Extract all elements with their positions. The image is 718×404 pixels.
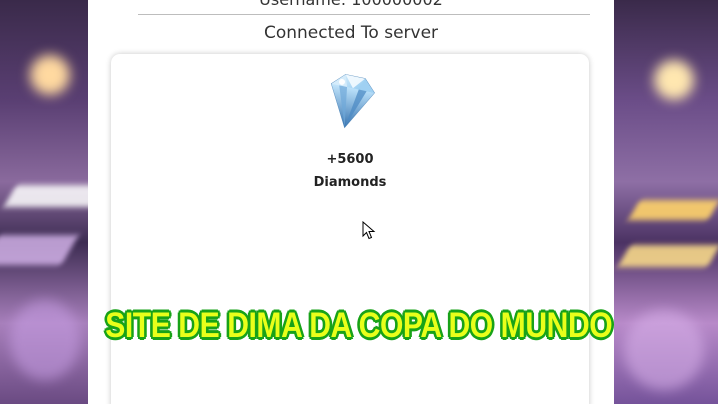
diamond-icon <box>330 74 375 129</box>
overlay-caption: SITE DE DIMA DA COPA DO MUNDO <box>105 306 613 345</box>
light-glow <box>654 60 694 100</box>
video-frame: Username: 100000002 Connected To server <box>0 0 718 404</box>
light-stripe <box>3 185 90 207</box>
light-stripe <box>628 200 718 220</box>
reward-amount: +5600 <box>326 152 374 167</box>
reward-card: +5600 Diamonds <box>111 54 589 404</box>
reward-unit: Diamonds <box>313 175 387 190</box>
username-label: Username: 100000002 <box>88 0 614 9</box>
light-glow <box>30 55 70 95</box>
light-stripe <box>0 235 79 265</box>
divider <box>138 14 590 15</box>
connection-status: Connected To server <box>263 23 439 43</box>
light-stripe <box>617 245 718 267</box>
mouse-cursor-icon <box>362 221 376 240</box>
